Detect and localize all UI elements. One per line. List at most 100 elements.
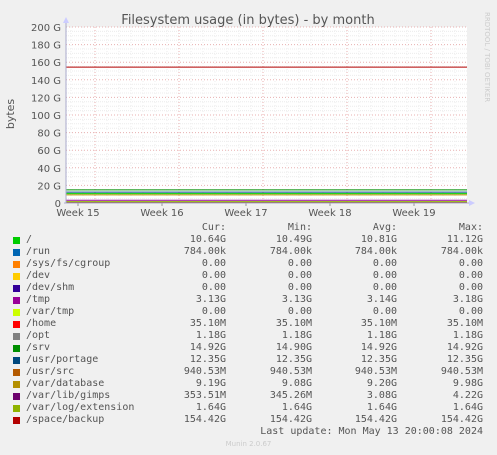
legend-min: 35.10M: [275, 318, 312, 329]
last-update: Last update: Mon May 13 20:00:08 2024: [260, 426, 483, 437]
legend-series-name: /var/database: [26, 378, 105, 389]
legend-series-name: /dev/shm: [26, 282, 75, 293]
legend-swatch: [13, 345, 20, 352]
legend-swatch: [13, 285, 20, 292]
x-axis-arrow: [469, 200, 475, 206]
legend-min: 0.00: [287, 306, 312, 317]
legend-row: /var/log/extension 1.64G 1.64G 1.64G 1.64G: [0, 402, 497, 414]
y-tick-label: 160 G: [31, 58, 61, 69]
legend-max: 9.98G: [452, 378, 483, 389]
legend-swatch: [13, 273, 20, 280]
legend-header-cur: Cur:: [201, 222, 226, 233]
legend-row: /sys/fs/cgroup 0.00 0.00 0.00 0.00: [0, 258, 497, 270]
legend-cur: 14.92G: [189, 342, 226, 353]
legend-max: 154.42G: [440, 414, 483, 425]
legend-avg: 10.81G: [360, 234, 397, 245]
legend-row: /home 35.10M 35.10M 35.10M 35.10M: [0, 318, 497, 330]
legend-series-name: /sys/fs/cgroup: [26, 258, 111, 269]
legend-avg: 0.00: [372, 258, 397, 269]
legend-avg: 3.08G: [366, 390, 397, 401]
y-tick-label: 200 G: [31, 23, 61, 34]
legend-cur: 1.64G: [195, 402, 226, 413]
legend-series-name: /opt: [26, 330, 51, 341]
legend-max: 14.92G: [446, 342, 483, 353]
legend-avg: 12.35G: [360, 354, 397, 365]
legend-row: /srv 14.92G 14.90G 14.92G 14.92G: [0, 342, 497, 354]
legend-max: 0.00: [458, 270, 483, 281]
legend-min: 14.90G: [275, 342, 312, 353]
legend-series-name: /dev: [26, 270, 51, 281]
legend-row: /opt 1.18G 1.18G 1.18G 1.18G: [0, 330, 497, 342]
chart-title: Filesystem usage (in bytes) - by month: [121, 13, 374, 28]
legend-cur: 10.64G: [189, 234, 226, 245]
munin-version: Munin 2.0.67: [225, 440, 272, 448]
legend-avg: 784.00k: [354, 246, 397, 257]
y-tick-label: 180 G: [31, 41, 61, 52]
legend-row: / 10.64G 10.49G 10.81G 11.12G: [0, 234, 497, 246]
legend-series-name: /usr/portage: [26, 354, 99, 365]
legend-series-name: /usr/src: [26, 366, 75, 377]
legend-row: /var/lib/gimps 353.51M 345.26M 3.08G 4.22G: [0, 390, 497, 402]
x-tick-label: Week 16: [140, 208, 183, 219]
legend-avg: 0.00: [372, 282, 397, 293]
legend-max: 12.35G: [446, 354, 483, 365]
legend-swatch: [13, 393, 20, 400]
legend-cur: 940.53M: [183, 366, 226, 377]
legend-row: /var/tmp 0.00 0.00 0.00 0.00: [0, 306, 497, 318]
legend-row: /run 784.00k 784.00k 784.00k 784.00k: [0, 246, 497, 258]
legend-row: /var/database 9.19G 9.08G 9.20G 9.98G: [0, 378, 497, 390]
legend-max: 3.18G: [452, 294, 483, 305]
legend-max: 11.12G: [446, 234, 483, 245]
y-tick-label: 100 G: [31, 111, 61, 122]
legend-cur: 784.00k: [183, 246, 226, 257]
legend-series-name: /var/lib/gimps: [26, 390, 111, 401]
legend-header-min: Min:: [287, 222, 312, 233]
legend-cur: 0.00: [201, 306, 226, 317]
legend-cur: 9.19G: [195, 378, 226, 389]
legend-avg: 9.20G: [366, 378, 397, 389]
legend-row: /dev/shm 0.00 0.00 0.00 0.00: [0, 282, 497, 294]
legend-min: 12.35G: [275, 354, 312, 365]
y-tick-label: 140 G: [31, 76, 61, 87]
y-axis-arrow: [63, 17, 69, 23]
legend-row: /usr/src 940.53M 940.53M 940.53M 940.53M: [0, 366, 497, 378]
legend-min: 10.49G: [275, 234, 312, 245]
legend-swatch: [13, 333, 20, 340]
legend-series-name: /srv: [26, 342, 51, 353]
legend-cur: 0.00: [201, 270, 226, 281]
legend-swatch: [13, 417, 20, 424]
y-tick-label: 60 G: [37, 146, 61, 157]
legend-avg: 3.14G: [366, 294, 397, 305]
legend-series-name: /home: [26, 318, 57, 329]
legend-cur: 0.00: [201, 258, 226, 269]
y-tick-label: 20 G: [37, 181, 61, 192]
y-tick-label: 120 G: [31, 93, 61, 104]
x-tick-label: Week 18: [308, 208, 351, 219]
legend-avg: 1.18G: [366, 330, 397, 341]
legend-swatch: [13, 297, 20, 304]
legend-cur: 1.18G: [195, 330, 226, 341]
y-ticks: 020 G40 G60 G80 G100 G120 G140 G160 G180…: [31, 23, 61, 210]
legend-row: /space/backup 154.42G 154.42G 154.42G 154.42…: [0, 414, 497, 426]
legend-min: 1.18G: [281, 330, 312, 341]
legend-swatch: [13, 405, 20, 412]
legend-swatch: [13, 357, 20, 364]
legend-max: 0.00: [458, 258, 483, 269]
legend-cur: 3.13G: [195, 294, 226, 305]
x-tick-label: Week 15: [56, 208, 99, 219]
legend-cur: 154.42G: [183, 414, 226, 425]
legend-avg: 940.53M: [354, 366, 397, 377]
legend-min: 0.00: [287, 282, 312, 293]
legend-min: 1.64G: [281, 402, 312, 413]
legend-max: 0.00: [458, 306, 483, 317]
legend-swatch: [13, 381, 20, 388]
legend-cur: 35.10M: [189, 318, 226, 329]
legend-series-name: /tmp: [26, 294, 51, 305]
legend-series-name: /: [26, 234, 33, 245]
legend-series-name: /var/tmp: [26, 306, 75, 317]
legend-swatch: [13, 369, 20, 376]
legend-min: 784.00k: [269, 246, 312, 257]
legend-swatch: [13, 237, 20, 244]
legend-avg: 0.00: [372, 306, 397, 317]
legend-min: 9.08G: [281, 378, 312, 389]
